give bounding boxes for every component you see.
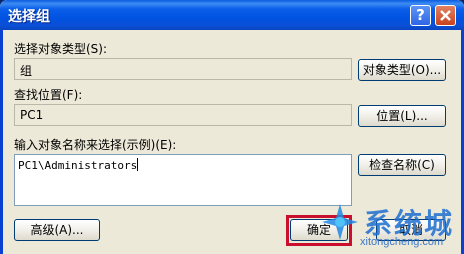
text-caret: [137, 158, 139, 171]
location-field: PC1: [14, 104, 352, 126]
object-type-label: 选择对象类型(S):: [14, 42, 108, 56]
close-button[interactable]: [435, 5, 456, 26]
watermark: 系统城 xitongcheng.com: [318, 200, 464, 254]
object-types-button[interactable]: 对象类型(O)...: [358, 59, 446, 81]
object-names-value: PC1\Administrators: [18, 159, 138, 172]
object-names-input[interactable]: PC1\Administrators: [14, 154, 352, 206]
help-icon: ?: [416, 6, 425, 24]
object-names-label: 输入对象名称来选择(示例)(E):: [14, 138, 177, 152]
watermark-url: xitongcheng.com: [360, 236, 444, 248]
close-icon: [440, 10, 451, 21]
advanced-button[interactable]: 高级(A)...: [14, 219, 100, 241]
window-frame-left: [0, 30, 3, 254]
select-group-dialog: 选择组 ? 选择对象类型(S): 组 对象类型(O)... 查找位置(F): P…: [0, 0, 464, 254]
watermark-logo-icon: [322, 204, 358, 240]
check-names-button[interactable]: 检查名称(C): [358, 154, 446, 176]
locations-button[interactable]: 位置(L)...: [358, 105, 446, 127]
window-title: 选择组: [8, 9, 50, 25]
object-type-field: 组: [14, 58, 352, 80]
help-button[interactable]: ?: [410, 5, 431, 26]
location-label: 查找位置(F):: [14, 88, 83, 102]
title-bar[interactable]: 选择组 ?: [0, 0, 464, 30]
